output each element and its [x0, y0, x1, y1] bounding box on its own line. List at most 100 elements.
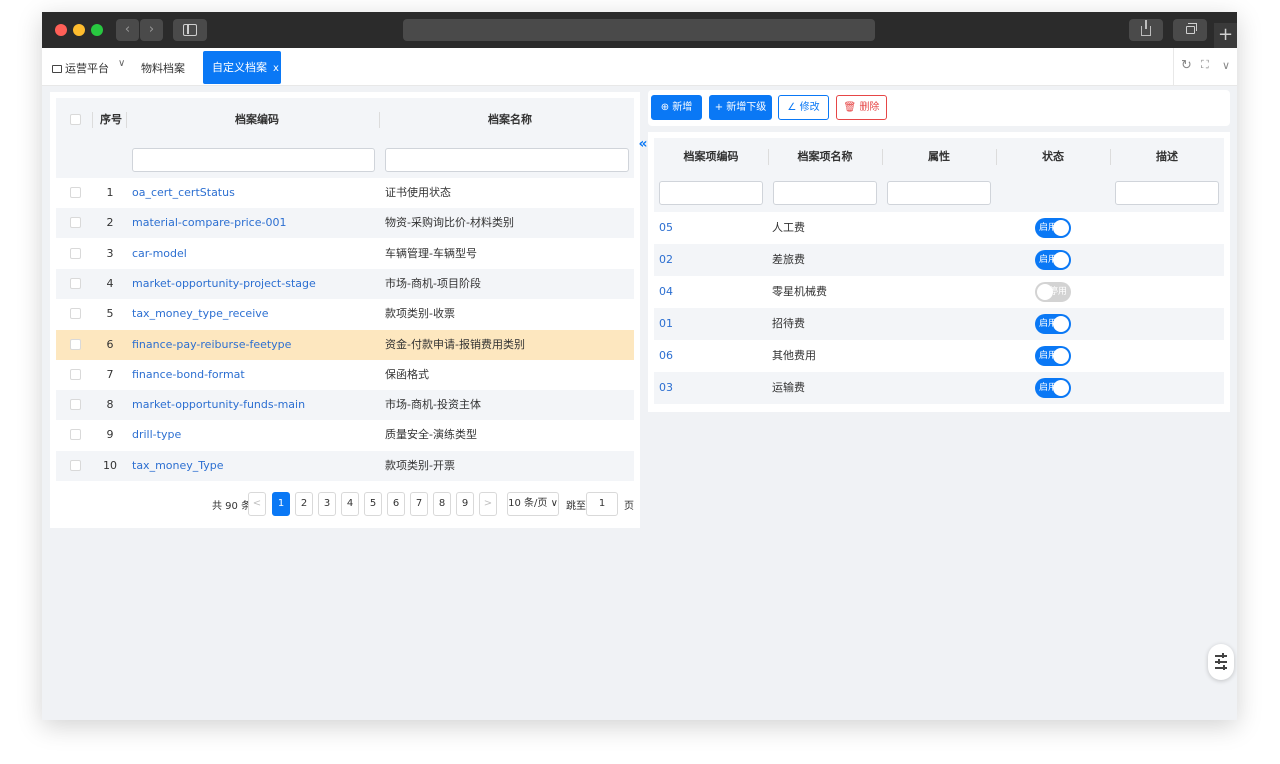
- page-button[interactable]: 4: [341, 492, 359, 516]
- prev-page-button[interactable]: <: [248, 492, 266, 516]
- page-button[interactable]: 1: [272, 492, 290, 516]
- share-button[interactable]: [1129, 19, 1163, 41]
- jump-page-input[interactable]: 1: [586, 492, 618, 516]
- table-row[interactable]: 7 finance-bond-format 保函格式: [56, 360, 634, 390]
- page-button[interactable]: 8: [433, 492, 451, 516]
- page-size-select[interactable]: 10 条/页 ∨: [507, 492, 559, 516]
- tab-overview-button[interactable]: [1173, 19, 1207, 41]
- add-child-button[interactable]: + 新增下级: [709, 95, 772, 120]
- settings-float-button[interactable]: [1208, 644, 1234, 680]
- row-checkbox[interactable]: [70, 429, 81, 441]
- item-code[interactable]: 06: [659, 340, 673, 372]
- row-code[interactable]: finance-pay-reiburse-feetype: [132, 330, 291, 360]
- attribute-filter-input[interactable]: [887, 181, 991, 205]
- row-checkbox[interactable]: [70, 277, 81, 289]
- item-name: 差旅费: [772, 253, 805, 266]
- add-button[interactable]: ⊕ 新增: [651, 95, 702, 120]
- row-code[interactable]: material-compare-price-001: [132, 208, 286, 238]
- archive-filter-row: [56, 142, 634, 178]
- name-filter-input[interactable]: [385, 148, 629, 172]
- table-row[interactable]: 5 tax_money_type_receive 款项类别-收票: [56, 299, 634, 329]
- item-code[interactable]: 01: [659, 308, 673, 340]
- page-button[interactable]: 9: [456, 492, 474, 516]
- delete-button[interactable]: 🗑 删除: [836, 95, 887, 120]
- code-filter-input[interactable]: [132, 148, 375, 172]
- table-row[interactable]: 1 oa_cert_certStatus 证书使用状态: [56, 178, 634, 208]
- table-row[interactable]: 06 其他费用 启用: [654, 340, 1224, 372]
- table-row[interactable]: 10 tax_money_Type 款项类别-开票: [56, 450, 634, 481]
- row-checkbox[interactable]: [70, 308, 81, 320]
- table-row[interactable]: 3 car-model 车辆管理-车辆型号: [56, 239, 634, 269]
- column-header-code[interactable]: 档案编码: [235, 98, 279, 142]
- item-code[interactable]: 02: [659, 244, 673, 276]
- tab-custom-archive[interactable]: 自定义档案 x: [203, 51, 281, 84]
- close-tab-icon[interactable]: x: [273, 63, 279, 74]
- refresh-icon[interactable]: ↻: [1181, 58, 1192, 73]
- table-row[interactable]: 6 finance-pay-reiburse-feetype 资金-付款申请-报销费…: [56, 329, 634, 360]
- column-header-name[interactable]: 档案名称: [488, 98, 532, 142]
- row-checkbox[interactable]: [70, 187, 81, 198]
- row-name: 市场-商机-投资主体: [385, 398, 481, 412]
- page-button[interactable]: 7: [410, 492, 428, 516]
- tab-material-archive[interactable]: 物料档案: [141, 60, 185, 76]
- status-toggle[interactable]: 启用: [1035, 218, 1071, 238]
- row-code[interactable]: tax_money_Type: [132, 451, 224, 481]
- column-header-item-name[interactable]: 档案项名称: [768, 138, 882, 175]
- row-code[interactable]: finance-bond-format: [132, 360, 245, 390]
- item-code[interactable]: 05: [659, 212, 673, 244]
- row-code[interactable]: tax_money_type_receive: [132, 299, 269, 329]
- table-row[interactable]: 05 人工费 启用: [654, 212, 1224, 244]
- address-bar[interactable]: [403, 19, 875, 41]
- new-tab-button[interactable]: +: [1214, 23, 1237, 48]
- table-row[interactable]: 04 零星机械费 停用: [654, 276, 1224, 308]
- close-window-button[interactable]: [55, 24, 67, 36]
- status-toggle[interactable]: 停用: [1035, 282, 1071, 302]
- chevron-down-icon[interactable]: ∨: [1222, 59, 1230, 72]
- row-checkbox[interactable]: [70, 368, 81, 380]
- column-header-attribute: 属性: [928, 150, 950, 163]
- minimize-window-button[interactable]: [73, 24, 85, 36]
- row-code[interactable]: market-opportunity-funds-main: [132, 390, 305, 420]
- table-row[interactable]: 02 差旅费 启用: [654, 244, 1224, 276]
- status-toggle[interactable]: 启用: [1035, 250, 1071, 270]
- table-row[interactable]: 2 material-compare-price-001 物资-采购询比价-材料类别: [56, 208, 634, 239]
- row-code[interactable]: market-opportunity-project-stage: [132, 269, 316, 299]
- platform-menu[interactable]: 运营平台: [52, 60, 109, 76]
- row-checkbox[interactable]: [70, 338, 81, 350]
- chevron-down-icon[interactable]: ∨: [118, 58, 125, 69]
- table-row[interactable]: 8 market-opportunity-funds-main 市场-商机-投资主体: [56, 390, 634, 421]
- row-code[interactable]: oa_cert_certStatus: [132, 178, 235, 208]
- table-row[interactable]: 4 market-opportunity-project-stage 市场-商机-项…: [56, 268, 634, 299]
- maximize-window-button[interactable]: [91, 24, 103, 36]
- description-filter-input[interactable]: [1115, 181, 1219, 205]
- row-checkbox[interactable]: [70, 459, 81, 471]
- status-toggle[interactable]: 启用: [1035, 346, 1071, 366]
- forward-button[interactable]: ›: [140, 19, 163, 41]
- row-code[interactable]: car-model: [132, 239, 187, 269]
- status-toggle[interactable]: 启用: [1035, 378, 1071, 398]
- page-button[interactable]: 2: [295, 492, 313, 516]
- back-button[interactable]: ‹: [116, 19, 139, 41]
- item-name-filter-input[interactable]: [773, 181, 877, 205]
- edit-button[interactable]: ∠ 修改: [778, 95, 829, 120]
- select-all-checkbox[interactable]: [70, 114, 81, 125]
- row-checkbox[interactable]: [70, 247, 81, 259]
- page-button[interactable]: 3: [318, 492, 336, 516]
- item-code[interactable]: 04: [659, 276, 673, 308]
- page-button[interactable]: 6: [387, 492, 405, 516]
- fullscreen-icon[interactable]: ⛶: [1201, 58, 1209, 72]
- table-row[interactable]: 9 drill-type 质量安全-演练类型: [56, 420, 634, 450]
- column-header-item-code[interactable]: 档案项编码: [654, 138, 768, 175]
- row-checkbox[interactable]: [70, 399, 81, 411]
- sidebar-toggle-button[interactable]: [173, 19, 207, 41]
- row-code[interactable]: drill-type: [132, 420, 181, 450]
- next-page-button[interactable]: >: [479, 492, 497, 516]
- table-row[interactable]: 03 运输费 启用: [654, 372, 1224, 404]
- item-code[interactable]: 03: [659, 372, 673, 404]
- row-checkbox[interactable]: [70, 217, 81, 229]
- item-code-filter-input[interactable]: [659, 181, 763, 205]
- page-button[interactable]: 5: [364, 492, 382, 516]
- table-row[interactable]: 01 招待费 启用: [654, 308, 1224, 340]
- page-unit: 页: [624, 501, 634, 512]
- status-toggle[interactable]: 启用: [1035, 314, 1071, 334]
